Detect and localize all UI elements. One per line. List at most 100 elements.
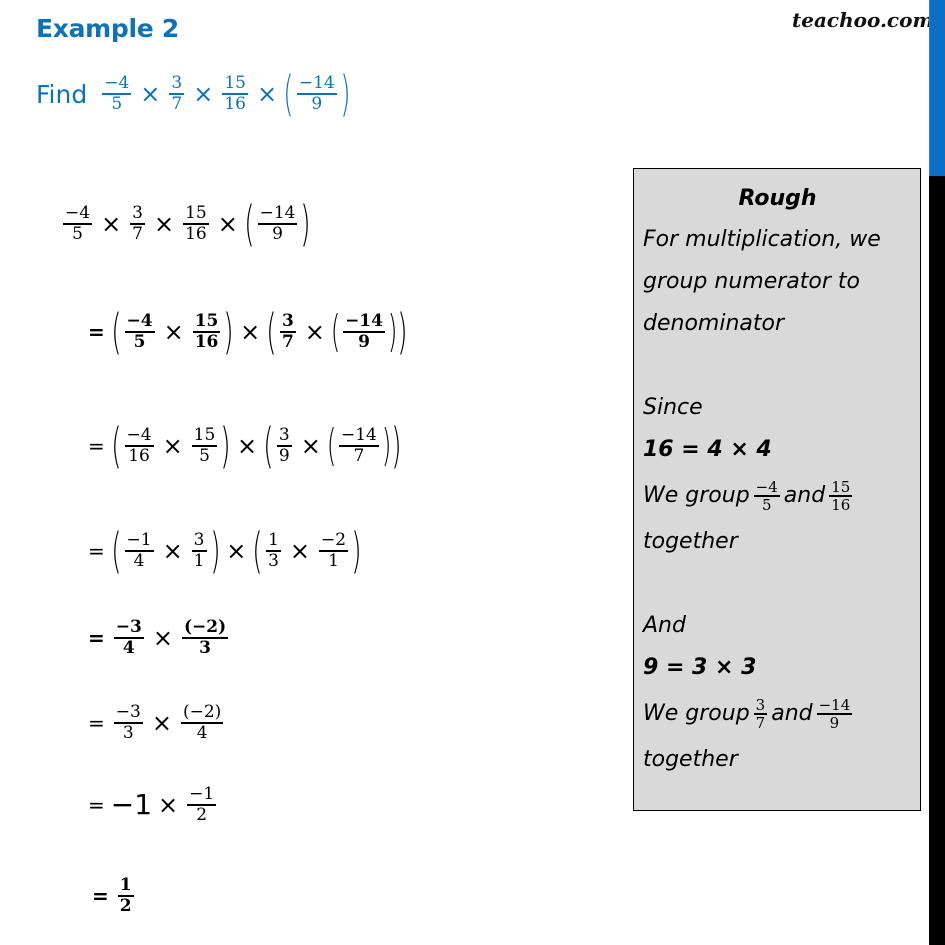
open-paren: ( — [266, 304, 277, 360]
rough-text: together — [643, 529, 738, 554]
rough-group-line: We group 37 and −14 9 — [643, 689, 912, 739]
close-paren: ) — [387, 306, 398, 357]
close-paren: ) — [339, 66, 351, 122]
final-answer: = 12 — [92, 876, 137, 915]
rough-group-line: We group −4 5 and 15 16 — [643, 471, 912, 521]
solution-step-1: = ( −4 5 × 15 16 ) × ( 37 × ( −14 9 ) ) — [88, 308, 408, 356]
equals-sign: = — [88, 792, 105, 817]
times-sign: × — [256, 80, 278, 108]
times-sign: × — [226, 537, 247, 565]
fraction: 31 — [191, 530, 207, 571]
solution-step-4: = −3 4 × (−2) 3 — [88, 618, 231, 657]
solution-step-2: = ( −4 16 × 15 5 ) × ( 39 × ( −14 7 ) ) — [88, 422, 402, 470]
open-paren: ( — [244, 196, 255, 252]
fraction: −14 9 — [816, 695, 853, 732]
fraction: −4 5 — [124, 311, 155, 352]
rough-text: For multiplication, we — [643, 227, 881, 252]
rough-text: And — [643, 613, 686, 638]
fraction: 37 — [279, 311, 296, 352]
times-sign: × — [152, 623, 173, 652]
equals-sign: = — [88, 434, 105, 458]
rough-fact: 9 = 3 × 3 — [643, 655, 757, 680]
rough-text: and — [771, 701, 813, 726]
times-sign: × — [162, 432, 183, 460]
fraction: 15 16 — [222, 73, 248, 114]
times-sign: × — [158, 790, 179, 819]
open-paren: ( — [283, 66, 294, 122]
fraction: −3 3 — [113, 702, 143, 743]
times-sign: × — [300, 432, 321, 460]
open-paren: ( — [330, 306, 341, 357]
solution-step-5: = −3 3 × (−2) 4 — [88, 703, 226, 742]
fraction: −4 16 — [124, 425, 154, 466]
times-sign: × — [101, 210, 122, 238]
times-sign: × — [162, 537, 183, 565]
open-paren: ( — [110, 523, 122, 579]
whole-number: −1 — [110, 788, 153, 822]
close-paren: ) — [397, 304, 408, 360]
close-paren: ) — [351, 523, 362, 579]
equals-sign: = — [88, 625, 105, 650]
fraction: −4 5 — [63, 203, 93, 244]
times-sign: × — [151, 708, 172, 737]
rough-text: Since — [643, 395, 703, 420]
fraction: 39 — [276, 425, 292, 466]
close-paren: ) — [220, 418, 231, 474]
answer-fraction: 12 — [117, 875, 134, 916]
rough-text: denominator — [643, 311, 785, 336]
close-paren: ) — [223, 304, 234, 360]
fraction: 37 — [753, 695, 768, 732]
times-sign: × — [240, 318, 261, 346]
open-paren: ( — [110, 418, 122, 474]
fraction: −14 9 — [343, 311, 385, 352]
times-sign: × — [163, 318, 184, 346]
rough-text: group numerator to — [643, 269, 860, 294]
close-paren: ) — [209, 523, 221, 579]
fraction: 15 16 — [192, 311, 221, 352]
fraction: 15 16 — [183, 203, 209, 244]
rough-text: together — [643, 747, 738, 772]
fraction: (−2) 3 — [181, 617, 229, 658]
close-paren: ) — [381, 420, 392, 471]
solution-step-0: −4 5 × 37 × 15 16 × ( −14 9 ) — [60, 200, 311, 248]
equals-sign: = — [88, 710, 105, 735]
fraction: (−2) 4 — [180, 702, 224, 743]
equals-sign: = — [88, 320, 105, 344]
fraction: −1 4 — [124, 530, 154, 571]
solution-step-3: = ( −1 4 × 31 ) × ( 13 × −2 1 ) — [88, 527, 362, 575]
open-paren: ( — [263, 418, 274, 474]
scrollbar-thumb[interactable] — [929, 0, 945, 176]
fraction: 15 16 — [829, 477, 853, 514]
times-sign: × — [154, 210, 175, 238]
fraction: 13 — [266, 530, 281, 571]
fraction: −4 5 — [753, 477, 780, 514]
times-sign: × — [289, 537, 311, 565]
open-paren: ( — [252, 523, 263, 579]
times-sign: × — [140, 80, 161, 108]
question-line: Find −4 5 × 37 × 15 16 × ( −14 9 ) — [36, 70, 350, 118]
open-paren: ( — [110, 304, 122, 360]
fraction: −14 9 — [257, 203, 298, 244]
fraction: −4 5 — [102, 73, 132, 114]
open-paren: ( — [326, 420, 337, 471]
rough-title: Rough — [738, 186, 817, 211]
page-title: Example 2 — [36, 14, 179, 43]
rough-text: We group — [643, 701, 750, 726]
teachoo-logo: teachoo.com — [792, 8, 934, 32]
fraction: −14 7 — [339, 425, 379, 466]
find-label: Find — [36, 79, 88, 109]
fraction: −14 9 — [296, 73, 337, 114]
close-paren: ) — [300, 196, 312, 252]
rough-text: and — [783, 483, 826, 508]
times-sign: × — [237, 432, 258, 460]
fraction: −1 2 — [187, 784, 217, 825]
rough-text: We group — [643, 483, 750, 508]
times-sign: × — [217, 210, 238, 238]
close-paren: ) — [391, 418, 402, 474]
times-sign: × — [304, 318, 325, 346]
solution-step-6: = −1 × −1 2 — [88, 785, 219, 824]
fraction: 37 — [130, 203, 145, 244]
rough-work-box: Rough For multiplication, we group numer… — [633, 168, 921, 811]
rough-fact: 16 = 4 × 4 — [643, 437, 772, 462]
fraction: −2 1 — [319, 530, 349, 571]
